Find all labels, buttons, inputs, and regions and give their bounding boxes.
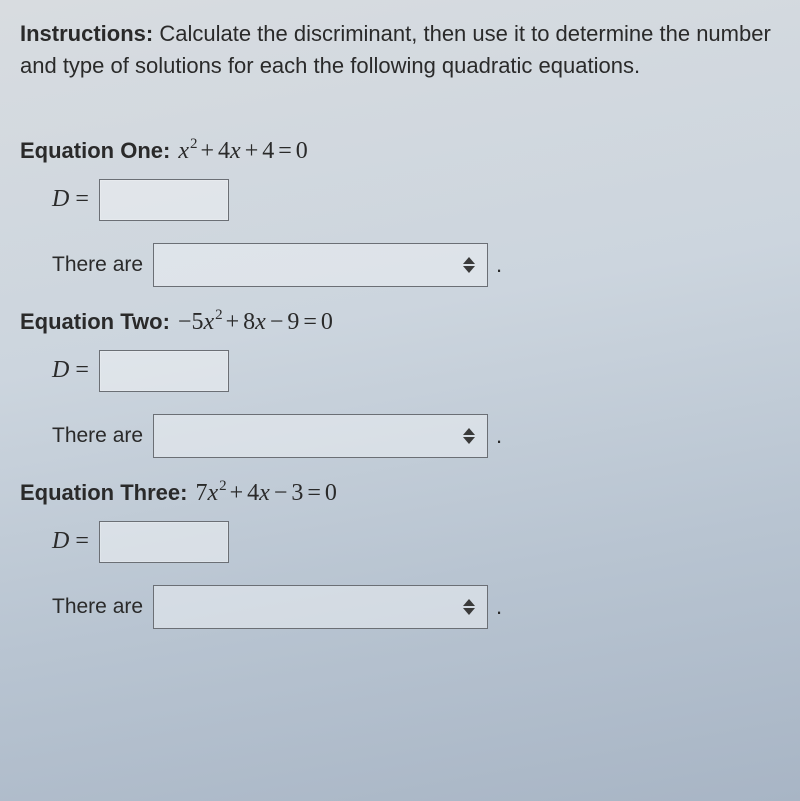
neg-sign: − — [178, 309, 192, 335]
const-c: 4 — [262, 138, 274, 164]
equals-sign: = — [75, 186, 89, 213]
equation-block-1: Equation One: x2+4x+4=0 D = There are . — [20, 138, 780, 287]
const-c: 9 — [287, 309, 299, 335]
equals-sign: = — [75, 357, 89, 384]
equals-sign: = — [274, 138, 296, 164]
equals-sign: = — [303, 480, 325, 506]
d-label: D — [52, 357, 69, 384]
rhs: 0 — [296, 138, 308, 164]
equation-formula-2: −5x2+8x−9=0 — [178, 309, 333, 336]
operator: − — [266, 309, 288, 335]
solution-select-1[interactable] — [153, 243, 488, 287]
discriminant-row-2: D = — [52, 350, 780, 392]
var-x: x — [178, 138, 189, 164]
d-label: D — [52, 528, 69, 555]
solution-row-2: There are . — [52, 414, 780, 458]
exponent: 2 — [219, 478, 227, 494]
there-are-label: There are — [52, 424, 143, 448]
exponent: 2 — [215, 307, 223, 323]
operator: + — [241, 138, 263, 164]
equals-sign: = — [75, 528, 89, 555]
equation-block-2: Equation Two: −5x2+8x−9=0 D = There are … — [20, 309, 780, 458]
discriminant-row-3: D = — [52, 521, 780, 563]
worksheet-container: Instructions: Calculate the discriminant… — [0, 0, 800, 665]
var-x: x — [255, 309, 266, 335]
chevron-updown-icon — [463, 599, 475, 615]
period: . — [496, 423, 502, 449]
coef-b: 8 — [243, 309, 255, 335]
discriminant-row-1: D = — [52, 179, 780, 221]
coef-b: 4 — [247, 480, 259, 506]
coef-a: 7 — [195, 480, 207, 506]
equation-block-3: Equation Three: 7x2+4x−3=0 D = There are… — [20, 480, 780, 629]
equation-label: Equation One: — [20, 138, 170, 164]
solution-select-2[interactable] — [153, 414, 488, 458]
equation-title-3: Equation Three: 7x2+4x−3=0 — [20, 480, 780, 507]
there-are-label: There are — [52, 253, 143, 277]
equation-label: Equation Three: — [20, 480, 187, 506]
chevron-updown-icon — [463, 257, 475, 273]
chevron-updown-icon — [463, 428, 475, 444]
equation-formula-3: 7x2+4x−3=0 — [195, 480, 336, 507]
solution-select-3[interactable] — [153, 585, 488, 629]
equals-sign: = — [299, 309, 321, 335]
operator: + — [196, 138, 218, 164]
instructions-label: Instructions: — [20, 21, 153, 46]
d-label: D — [52, 186, 69, 213]
there-are-label: There are — [52, 595, 143, 619]
equation-title-1: Equation One: x2+4x+4=0 — [20, 138, 780, 165]
equation-label: Equation Two: — [20, 309, 170, 335]
operator: − — [270, 480, 292, 506]
rhs: 0 — [325, 480, 337, 506]
discriminant-input-1[interactable] — [99, 179, 229, 221]
var-x: x — [259, 480, 270, 506]
instructions-text: Instructions: Calculate the discriminant… — [20, 18, 780, 82]
equation-formula-1: x2+4x+4=0 — [178, 138, 307, 165]
coef-a: 5 — [191, 309, 203, 335]
discriminant-input-3[interactable] — [99, 521, 229, 563]
var-x: x — [203, 309, 214, 335]
var-x: x — [207, 480, 218, 506]
operator: + — [222, 309, 244, 335]
coef-b: 4 — [218, 138, 230, 164]
solution-row-3: There are . — [52, 585, 780, 629]
operator: + — [226, 480, 248, 506]
period: . — [496, 594, 502, 620]
exponent: 2 — [190, 136, 198, 152]
equation-title-2: Equation Two: −5x2+8x−9=0 — [20, 309, 780, 336]
period: . — [496, 252, 502, 278]
solution-row-1: There are . — [52, 243, 780, 287]
rhs: 0 — [321, 309, 333, 335]
var-x: x — [230, 138, 241, 164]
discriminant-input-2[interactable] — [99, 350, 229, 392]
const-c: 3 — [291, 480, 303, 506]
